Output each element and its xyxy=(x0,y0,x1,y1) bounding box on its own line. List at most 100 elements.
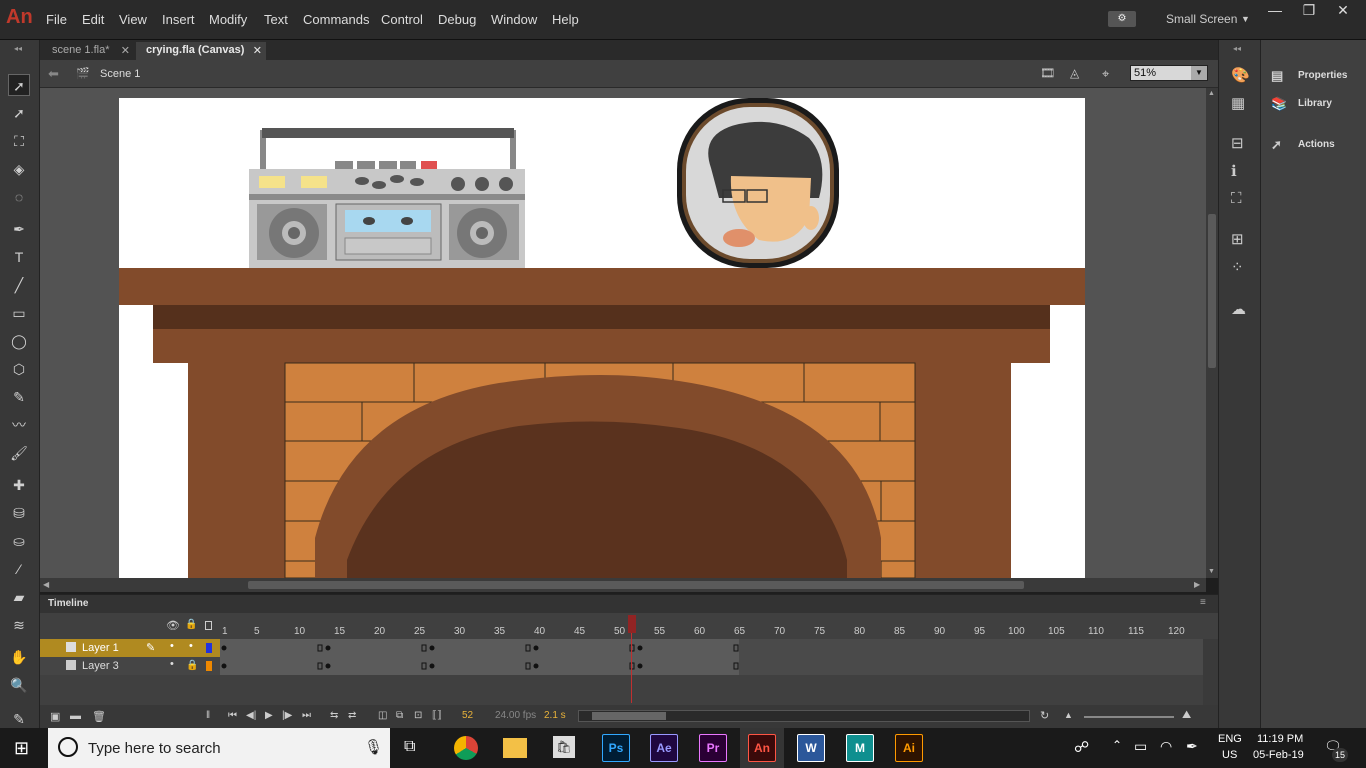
tab-crying-canvas[interactable]: crying.fla (Canvas) ✕ xyxy=(136,42,266,60)
timeline-vscroll[interactable] xyxy=(1203,639,1218,705)
subselection-tool-icon[interactable]: ➚ xyxy=(8,102,30,124)
bone-tool-icon[interactable]: ✚ xyxy=(8,474,30,496)
onion-outline-icon[interactable]: ⧉ xyxy=(396,710,403,721)
last-frame-icon[interactable]: ⏭ xyxy=(302,710,311,721)
scroll-left-icon[interactable]: ◀ xyxy=(43,580,49,589)
ink-bottle-icon[interactable]: ⛀ xyxy=(8,530,30,552)
edit-multiple-icon[interactable]: ⊡ xyxy=(414,710,422,721)
playhead-handle[interactable] xyxy=(628,615,636,633)
lock-dot-icon[interactable]: • xyxy=(189,640,193,652)
menu-help[interactable]: Help xyxy=(552,12,579,27)
grandma-portrait-graphic[interactable] xyxy=(677,98,839,268)
clock-date[interactable]: 05-Feb-19 xyxy=(1253,749,1304,761)
menu-file[interactable]: File xyxy=(46,12,67,27)
onion-skin-icon[interactable]: ◫ xyxy=(378,710,387,721)
new-layer-icon[interactable]: ▣ xyxy=(50,710,60,723)
brush-icon[interactable]: 🖌 xyxy=(8,442,30,464)
taskbar-app-icon[interactable]: Ae xyxy=(650,734,678,762)
frame-rate[interactable]: 24.00 fps xyxy=(495,710,536,721)
visibility-dot-icon[interactable]: • xyxy=(170,658,174,670)
pencil-icon[interactable]: ✎ xyxy=(8,386,30,408)
close-icon[interactable]: ✕ xyxy=(1326,0,1360,20)
components-icon[interactable]: ⊞ xyxy=(1231,230,1244,248)
taskbar-app-icon[interactable]: An xyxy=(748,734,776,762)
align-icon[interactable]: ⊟ xyxy=(1231,134,1244,152)
people-icon[interactable]: ☍ xyxy=(1074,738,1089,756)
close-icon[interactable]: ✕ xyxy=(253,44,262,57)
horizontal-scrollbar[interactable]: ◀ ▶ xyxy=(40,578,1206,592)
taskbar-app-icon[interactable]: M xyxy=(846,734,874,762)
taskbar-app-icon[interactable]: W xyxy=(797,734,825,762)
panel-menu-icon[interactable]: ≡ xyxy=(1200,597,1206,608)
menu-text[interactable]: Text xyxy=(264,12,288,27)
free-transform-icon[interactable]: ⛶ xyxy=(8,130,30,152)
eyedropper-icon[interactable]: ⁄ xyxy=(8,558,30,580)
store-icon[interactable]: 🛍 xyxy=(553,736,575,758)
stage-canvas[interactable] xyxy=(119,98,1085,578)
info-icon[interactable]: ℹ xyxy=(1231,162,1237,180)
layer-color-swatch[interactable] xyxy=(206,661,212,671)
microphone-icon[interactable]: 🎙 xyxy=(364,738,383,756)
boombox-graphic[interactable] xyxy=(249,128,525,269)
elapsed-time[interactable]: 2.1 s xyxy=(544,710,566,721)
battery-icon[interactable]: ▭ xyxy=(1134,738,1147,755)
hand-tool-icon[interactable]: ✋ xyxy=(8,646,30,668)
onion-markers-icon[interactable]: ⟦⟧ xyxy=(432,710,442,721)
vertical-scrollbar[interactable]: ▲ ▼ xyxy=(1206,88,1218,578)
color-palette-icon[interactable]: 🎨 xyxy=(1231,66,1250,84)
polystar-tool-icon[interactable]: ⬡ xyxy=(8,358,30,380)
layer-name[interactable]: Layer 3 xyxy=(82,660,119,672)
windows-start-icon[interactable]: ⊞ xyxy=(14,738,29,759)
oval-tool-icon[interactable]: ◯ xyxy=(8,330,30,352)
close-icon[interactable]: ✕ xyxy=(121,44,130,57)
restore-icon[interactable]: ❐ xyxy=(1292,0,1326,20)
menu-window[interactable]: Window xyxy=(491,12,537,27)
collapse-icon[interactable]: ◂◂ xyxy=(14,44,22,53)
scroll-down-icon[interactable]: ▼ xyxy=(1208,568,1216,576)
loop-icon[interactable]: ⇆ xyxy=(330,710,338,721)
selection-tool-icon[interactable]: ➚ xyxy=(8,74,30,96)
paint-bucket-icon[interactable]: ⛁ xyxy=(8,502,30,524)
clock-time[interactable]: 11:19 PM xyxy=(1257,733,1303,745)
minimize-icon[interactable]: — xyxy=(1258,0,1292,20)
timeline-hscroll-thumb[interactable] xyxy=(592,712,666,720)
motion-presets-icon[interactable]: ⁘ xyxy=(1231,258,1244,276)
language-bottom[interactable]: US xyxy=(1222,749,1237,761)
lock-icon[interactable]: 🔒 xyxy=(186,660,198,671)
chevron-up-icon[interactable]: ⌃ xyxy=(1112,738,1122,752)
play-icon[interactable]: ▶ xyxy=(265,710,273,721)
pen-icon[interactable]: ✒ xyxy=(8,218,30,240)
scroll-up-icon[interactable]: ▲ xyxy=(1208,90,1216,98)
vertical-scroll-thumb[interactable] xyxy=(1208,214,1216,368)
zoom-out-icon[interactable]: ▲ xyxy=(1064,710,1073,720)
current-frame[interactable]: 52 xyxy=(462,710,473,721)
text-tool-icon[interactable]: T xyxy=(8,246,30,268)
menu-insert[interactable]: Insert xyxy=(162,12,195,27)
edit-scene-icon[interactable]: 🎞 xyxy=(1040,66,1055,80)
eye-icon[interactable]: 👁 xyxy=(166,619,180,632)
layer-row-3[interactable]: Layer 3 • 🔒 xyxy=(40,657,220,675)
transform-icon[interactable]: ⛶ xyxy=(1231,190,1242,207)
layer-name[interactable]: Layer 1 xyxy=(82,642,119,654)
menu-control[interactable]: Control xyxy=(381,12,423,27)
refresh-icon[interactable]: ↻ xyxy=(1040,709,1049,722)
taskbar-search[interactable]: Type here to search 🎙 xyxy=(48,728,390,768)
center-stage-icon[interactable]: ⌖ xyxy=(1102,66,1109,82)
chevron-down-icon[interactable]: ▼ xyxy=(1241,14,1250,24)
cc-libraries-icon[interactable]: ☁ xyxy=(1231,300,1246,318)
scroll-right-icon[interactable]: ▶ xyxy=(1194,580,1200,589)
layer-row-1[interactable]: Layer 1 ✎ • • xyxy=(40,639,220,657)
first-frame-icon[interactable]: ⏮ xyxy=(228,710,237,721)
taskbar-app-icon[interactable]: Ps xyxy=(602,734,630,762)
rectangle-tool-icon[interactable]: ▭ xyxy=(8,302,30,324)
line-tool-icon[interactable]: ╱ xyxy=(8,274,30,296)
pen-workspace-icon[interactable]: ✒ xyxy=(1186,738,1198,755)
menu-modify[interactable]: Modify xyxy=(209,12,247,27)
width-tool-icon[interactable]: ≋ xyxy=(8,614,30,636)
edit-symbols-icon[interactable]: ◬ xyxy=(1070,66,1079,80)
task-view-icon[interactable]: ⧉ xyxy=(404,738,415,756)
swatches-icon[interactable]: ▦ xyxy=(1231,94,1245,112)
step-forward-icon[interactable]: |▶ xyxy=(282,710,292,721)
horizontal-scroll-thumb[interactable] xyxy=(248,581,1024,589)
timeline-zoom-slider[interactable] xyxy=(1084,716,1174,718)
